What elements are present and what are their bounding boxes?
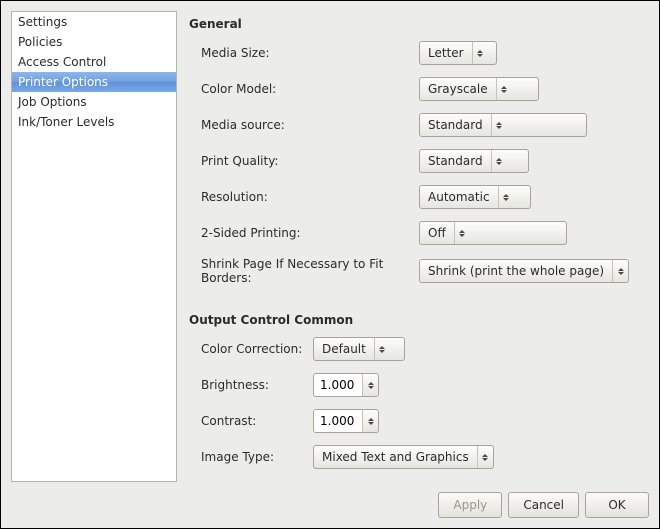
sidebar-item-label: Settings bbox=[18, 15, 67, 29]
combo-color-correction[interactable]: Default bbox=[313, 337, 405, 361]
label-image-type: Image Type: bbox=[201, 450, 313, 464]
label-two-sided: 2-Sided Printing: bbox=[201, 226, 419, 240]
sidebar-item-label: Printer Options bbox=[18, 75, 108, 89]
combo-color-model[interactable]: Grayscale bbox=[419, 77, 539, 101]
row-brightness: Brightness: bbox=[201, 373, 643, 397]
row-two-sided: 2-Sided Printing: Off bbox=[201, 221, 643, 245]
spin-contrast[interactable] bbox=[313, 409, 379, 433]
button-bar: Apply Cancel OK bbox=[11, 482, 649, 518]
sidebar-item-label: Ink/Toner Levels bbox=[18, 115, 114, 129]
sidebar-item-job-options[interactable]: Job Options bbox=[12, 92, 176, 112]
sidebar-item-settings[interactable]: Settings bbox=[12, 12, 176, 32]
updown-icon bbox=[491, 114, 507, 136]
sidebar-item-label: Job Options bbox=[18, 95, 87, 109]
sidebar-item-label: Access Control bbox=[18, 55, 106, 69]
updown-icon bbox=[454, 222, 470, 244]
combo-value: Shrink (print the whole page) bbox=[420, 260, 612, 282]
label-media-source: Media source: bbox=[201, 118, 419, 132]
spin-brightness-input[interactable] bbox=[314, 374, 362, 396]
label-print-quality: Print Quality: bbox=[201, 154, 419, 168]
combo-media-size[interactable]: Letter bbox=[419, 41, 497, 65]
section-output: Color Correction: Default Brightness: Co… bbox=[201, 337, 643, 469]
row-color-correction: Color Correction: Default bbox=[201, 337, 643, 361]
label-brightness: Brightness: bbox=[201, 378, 313, 392]
main-area: Settings Policies Access Control Printer… bbox=[11, 11, 649, 482]
button-label: Apply bbox=[453, 498, 487, 512]
updown-icon bbox=[362, 374, 378, 396]
section-title-general: General bbox=[189, 17, 643, 31]
label-shrink: Shrink Page If Necessary to Fit Borders: bbox=[201, 257, 419, 285]
printer-options-dialog: Settings Policies Access Control Printer… bbox=[1, 1, 659, 528]
row-print-quality: Print Quality: Standard bbox=[201, 149, 643, 173]
ok-button[interactable]: OK bbox=[585, 492, 649, 518]
combo-image-type[interactable]: Mixed Text and Graphics bbox=[313, 445, 494, 469]
combo-media-source[interactable]: Standard bbox=[419, 113, 587, 137]
combo-print-quality[interactable]: Standard bbox=[419, 149, 529, 173]
section-general: Media Size: Letter Color Model: Grayscal… bbox=[201, 41, 643, 285]
content-pane: General Media Size: Letter Color Model: … bbox=[187, 11, 649, 482]
updown-icon bbox=[374, 338, 390, 360]
label-media-size: Media Size: bbox=[201, 46, 419, 60]
sidebar-item-printer-options[interactable]: Printer Options bbox=[12, 72, 176, 92]
button-label: OK bbox=[608, 498, 625, 512]
sidebar-item-policies[interactable]: Policies bbox=[12, 32, 176, 52]
label-color-correction: Color Correction: bbox=[201, 342, 313, 356]
row-image-type: Image Type: Mixed Text and Graphics bbox=[201, 445, 643, 469]
sidebar-item-ink-toner-levels[interactable]: Ink/Toner Levels bbox=[12, 112, 176, 132]
combo-value: Off bbox=[420, 222, 454, 244]
sidebar-item-label: Policies bbox=[18, 35, 62, 49]
updown-icon bbox=[362, 410, 378, 432]
updown-icon bbox=[612, 260, 628, 282]
row-contrast: Contrast: bbox=[201, 409, 643, 433]
cancel-button[interactable]: Cancel bbox=[508, 492, 579, 518]
spin-brightness[interactable] bbox=[313, 373, 379, 397]
label-resolution: Resolution: bbox=[201, 190, 419, 204]
combo-two-sided[interactable]: Off bbox=[419, 221, 567, 245]
row-shrink: Shrink Page If Necessary to Fit Borders:… bbox=[201, 257, 643, 285]
row-resolution: Resolution: Automatic bbox=[201, 185, 643, 209]
updown-icon bbox=[498, 186, 514, 208]
updown-icon bbox=[472, 42, 488, 64]
section-title-output: Output Control Common bbox=[189, 313, 643, 327]
combo-value: Default bbox=[314, 338, 374, 360]
row-media-size: Media Size: Letter bbox=[201, 41, 643, 65]
combo-value: Automatic bbox=[420, 186, 498, 208]
combo-resolution[interactable]: Automatic bbox=[419, 185, 531, 209]
combo-value: Mixed Text and Graphics bbox=[314, 446, 477, 468]
row-color-model: Color Model: Grayscale bbox=[201, 77, 643, 101]
button-label: Cancel bbox=[523, 498, 564, 512]
spin-contrast-input[interactable] bbox=[314, 410, 362, 432]
updown-icon bbox=[477, 446, 493, 468]
apply-button[interactable]: Apply bbox=[438, 492, 502, 518]
sidebar-item-access-control[interactable]: Access Control bbox=[12, 52, 176, 72]
label-color-model: Color Model: bbox=[201, 82, 419, 96]
row-media-source: Media source: Standard bbox=[201, 113, 643, 137]
sidebar: Settings Policies Access Control Printer… bbox=[11, 11, 177, 482]
combo-shrink[interactable]: Shrink (print the whole page) bbox=[419, 259, 629, 283]
combo-value: Letter bbox=[420, 42, 472, 64]
combo-value: Standard bbox=[420, 150, 491, 172]
combo-value: Standard bbox=[420, 114, 491, 136]
combo-value: Grayscale bbox=[420, 78, 496, 100]
updown-icon bbox=[491, 150, 507, 172]
updown-icon bbox=[496, 78, 512, 100]
label-contrast: Contrast: bbox=[201, 414, 313, 428]
